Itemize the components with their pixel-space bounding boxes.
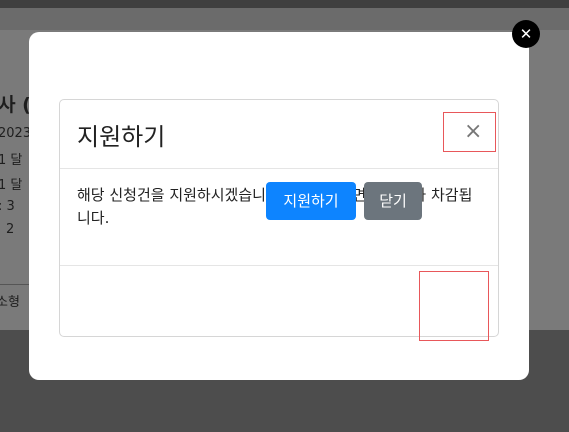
highlight-close-button-box bbox=[419, 271, 489, 341]
close-button[interactable]: 닫기 bbox=[364, 182, 422, 220]
background-line-1: 1 달 bbox=[0, 153, 23, 168]
background-count-b: 2 bbox=[6, 222, 15, 237]
background-line-2: 1 달 bbox=[0, 178, 23, 193]
background-topbar bbox=[0, 0, 569, 8]
lightbox-close-icon[interactable]: ✕ bbox=[512, 20, 540, 48]
apply-button[interactable]: 지원하기 bbox=[266, 182, 356, 220]
modal-title: 지원하기 bbox=[77, 123, 166, 151]
modal-header: 지원하기 × bbox=[60, 100, 498, 169]
background-footer-text: 소형 bbox=[0, 295, 20, 310]
background-count-a: : 3 bbox=[0, 199, 15, 214]
highlight-close-icon-box bbox=[443, 112, 496, 152]
background-heading: 사 ( bbox=[0, 94, 31, 116]
